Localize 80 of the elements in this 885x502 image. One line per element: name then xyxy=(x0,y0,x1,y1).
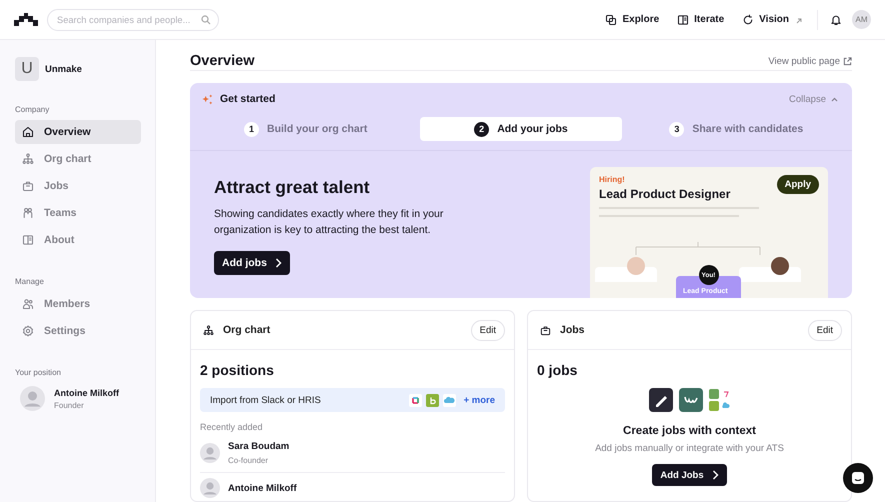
person-role: Founder xyxy=(54,400,85,410)
section-label: Your position xyxy=(15,368,62,377)
bell-icon xyxy=(830,14,842,26)
avatar-circle xyxy=(771,257,789,275)
gear-icon xyxy=(22,325,34,337)
people-icon xyxy=(22,207,34,219)
nav-link[interactable]: Iterate xyxy=(677,14,724,26)
user-avatar[interactable]: AM xyxy=(852,10,871,29)
squares-icon xyxy=(605,14,618,26)
panel-title: Get started xyxy=(220,93,276,105)
search-field[interactable]: Search companies and people... xyxy=(47,8,219,30)
step-tab[interactable]: 1 Build your org chart xyxy=(205,117,406,141)
sidebar-item[interactable]: Org chart xyxy=(15,147,141,171)
app-logo-icon xyxy=(426,394,439,406)
sidebar-item[interactable]: Jobs xyxy=(15,174,141,198)
public-page-link[interactable]: View public page xyxy=(768,56,852,66)
step-tab[interactable]: 2 Add your jobs xyxy=(420,117,622,141)
app-logo-icon xyxy=(408,394,422,406)
step-tab[interactable]: 3 Share with candidates xyxy=(636,117,837,141)
card-title: Jobs xyxy=(560,324,585,336)
edit-button[interactable]: Edit xyxy=(808,320,842,340)
person-name: Antoine Milkoff xyxy=(228,482,297,494)
chevron-up-icon xyxy=(831,96,838,102)
org-chart-icon xyxy=(22,153,34,165)
import-label: Import from Slack or HRIS xyxy=(210,394,322,406)
more-link[interactable]: + more xyxy=(464,394,495,406)
person-avatar-icon xyxy=(200,443,220,463)
org-chart-icon xyxy=(203,324,214,336)
section-label: Company xyxy=(15,105,50,114)
briefcase-icon xyxy=(540,324,551,336)
apply-button[interactable]: Apply xyxy=(776,175,819,194)
cloud-icon xyxy=(442,394,456,406)
circle-arrow-icon xyxy=(742,14,754,26)
sidebar-item[interactable]: About xyxy=(15,228,141,252)
app-logos-icon xyxy=(708,389,730,411)
empty-state-title: Create jobs with context xyxy=(622,425,757,437)
hiring-tag: Hiring! xyxy=(599,175,730,184)
empty-state-text: Add jobs manually or integrate with your ATS xyxy=(594,443,785,454)
search-icon xyxy=(201,14,211,24)
book-icon xyxy=(677,14,690,26)
home-icon xyxy=(22,126,34,138)
job-title: Lead Product Designer xyxy=(599,187,730,201)
page-title: Overview xyxy=(190,53,254,69)
nav-link[interactable]: Vision xyxy=(742,14,802,26)
book-icon xyxy=(22,234,34,246)
person-avatar-icon xyxy=(200,478,220,498)
import-banner[interactable]: Import from Slack or HRIS + more xyxy=(200,388,505,412)
position-count: 2 positions xyxy=(200,362,275,378)
logo-icon xyxy=(14,13,38,26)
add-jobs-button[interactable]: Add jobs xyxy=(214,251,290,275)
people-icon xyxy=(22,298,34,310)
job-count: 0 jobs xyxy=(537,362,578,378)
sidebar-item[interactable]: Settings xyxy=(15,319,141,343)
sidebar-item[interactable]: Overview xyxy=(15,120,141,144)
section-heading: Attract great talent xyxy=(214,177,371,198)
card-title: Org chart xyxy=(223,324,270,336)
edit-button[interactable]: Edit xyxy=(470,320,505,340)
description-text: Showing candidates exactly where they fit in your organization is key to attracting the best talent. xyxy=(214,207,444,238)
sparkle-icon xyxy=(202,94,213,104)
chevron-right-icon xyxy=(274,258,282,268)
nav-link[interactable]: Explore xyxy=(605,14,660,26)
person-role: Co-founder xyxy=(228,456,270,465)
external-link-icon xyxy=(843,56,852,66)
app-logo-icon xyxy=(678,388,702,412)
chat-button[interactable] xyxy=(843,463,873,493)
briefcase-icon xyxy=(22,180,34,192)
avatar-circle xyxy=(627,257,645,275)
chat-icon xyxy=(851,471,865,485)
person-name: Antoine Milkoff xyxy=(54,388,119,398)
add-jobs-button[interactable]: Add Jobs xyxy=(652,464,727,486)
person-avatar-icon xyxy=(20,386,45,411)
person-name: Sara Boudam xyxy=(228,441,290,452)
pen-icon xyxy=(648,388,672,412)
sidebar-item[interactable]: Members xyxy=(15,292,141,316)
company-logo: U xyxy=(15,57,39,81)
sidebar-item[interactable]: Teams xyxy=(15,201,141,225)
company-name: Unmake xyxy=(45,64,82,74)
chevron-right-icon xyxy=(712,470,719,480)
section-label: Recently added xyxy=(200,422,264,432)
section-label: Manage xyxy=(15,277,45,286)
